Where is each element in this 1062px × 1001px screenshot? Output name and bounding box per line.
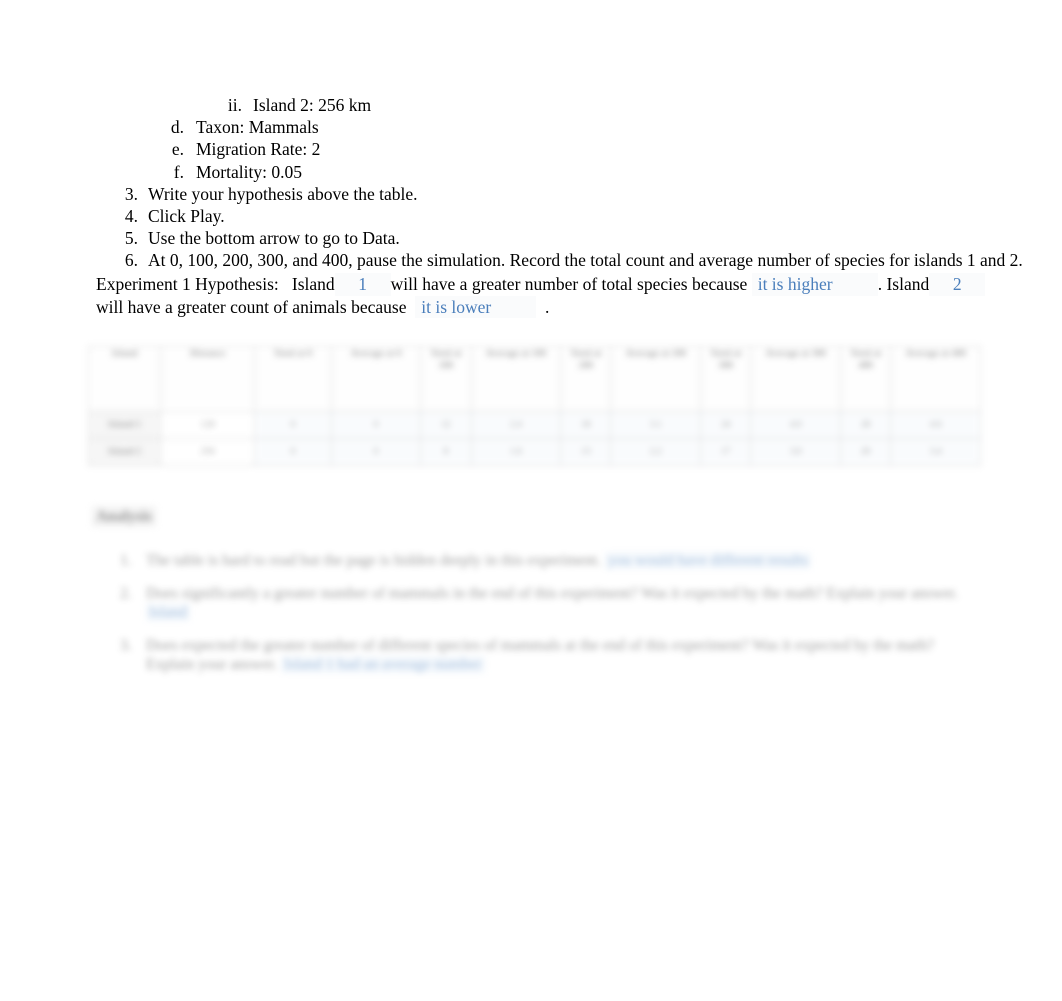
table-row: Island 1 128 0 0 12 2.4 18 3.1 24 4.0 28… (87, 411, 981, 439)
table-cell-answer[interactable]: 0 (254, 438, 332, 466)
table-cell-answer[interactable]: 13 (560, 438, 612, 466)
hypothesis-island-1-field[interactable]: 1 (334, 273, 391, 296)
table-cell-answer[interactable]: 18 (560, 411, 612, 439)
list-marker: e. (171, 139, 184, 160)
question-body: Does significantly a greater number of m… (146, 584, 982, 622)
list-item-text: At 0, 100, 200, 300, and 400, pause the … (148, 250, 1023, 271)
question-item: 2. Does significantly a greater number o… (92, 584, 982, 622)
table-cell-answer[interactable]: 2.4 (470, 411, 562, 439)
hypothesis-reason-1-field[interactable]: it is higher (751, 273, 878, 296)
table-header-cell: Distance (160, 346, 256, 412)
table-cell-answer[interactable]: 17 (700, 438, 752, 466)
table-cell-answer[interactable]: 3.0 (750, 438, 841, 466)
table-cell-answer[interactable]: 0 (330, 438, 422, 466)
list-marker: 6. (124, 250, 138, 271)
instruction-list: ii. Island 2: 256 km d. Taxon: Mammals e. M… (96, 94, 1023, 272)
table-cell-answer[interactable]: 4.0 (750, 411, 841, 439)
table-cell-answer[interactable]: 3.1 (610, 411, 702, 439)
question-body: Does expected the greater number of diff… (146, 636, 982, 674)
table-cell-answer[interactable]: 20 (839, 438, 892, 466)
table-header-cell: Average at 300 (750, 346, 841, 412)
table-cell-answer[interactable]: 2.2 (610, 438, 702, 466)
list-item-text: Island 2: 256 km (253, 95, 372, 115)
table-cell-answer[interactable]: 12 (420, 411, 472, 439)
question-answer-field[interactable]: you would have different results (604, 552, 812, 569)
list-item-text: Use the bottom arrow to go to Data. (148, 228, 400, 249)
table-header-cell: Total at 100 (420, 346, 472, 412)
list-item-text: Taxon: Mammals (196, 117, 319, 138)
list-item: f. Mortality: 0.05 (96, 161, 976, 183)
table-cell-answer[interactable]: 28 (839, 411, 892, 439)
list-marker: d. (170, 117, 184, 138)
question-text: Does expected the greater number of diff… (146, 637, 934, 673)
question-number: 2. (120, 585, 132, 602)
hypothesis-block: Experiment 1 Hypothesis: Island 1 will hav… (96, 273, 986, 318)
table-cell-answer[interactable]: 8 (420, 438, 472, 466)
table-row: Island 2 256 0 0 8 1.6 13 2.2 17 3.0 20 … (87, 438, 981, 466)
hypothesis-period-1: . Island (877, 274, 930, 294)
list-item-text: Mortality: 0.05 (196, 161, 302, 182)
hypothesis-text-1: will have a greater number of total spec… (390, 274, 748, 294)
question-number: 3. (120, 637, 132, 654)
list-marker: 5. (124, 228, 138, 249)
data-table-container: Island Distance Total at 0 Average at 0 … (87, 346, 981, 482)
list-marker: 4. (124, 206, 138, 227)
table-header-cell: Total at 300 (700, 346, 752, 412)
question-item: 1. The table is hard to read but the pag… (92, 551, 982, 570)
table-cell-answer[interactable]: 1.6 (470, 438, 562, 466)
list-item: d. Taxon: Mammals (96, 116, 976, 138)
question-number: 1. (120, 552, 132, 569)
list-item: ii. Island 2: 256 km (96, 94, 976, 116)
table-cell-answer[interactable]: 24 (700, 411, 752, 439)
questions-section: Analysis 1. The table is hard to read bu… (92, 506, 982, 674)
list-item-text: Write your hypothesis above the table. (148, 183, 418, 204)
list-item: 5. Use the bottom arrow to go to Data. (96, 227, 976, 249)
question-answer-field[interactable]: Island (146, 604, 190, 621)
question-text: Does significantly a greater number of m… (146, 585, 958, 602)
list-marker: f. (173, 161, 184, 182)
question-item: 3. Does expected the greater number of d… (92, 636, 982, 674)
hypothesis-label: Experiment 1 Hypothesis: (96, 274, 279, 294)
question-answer-field[interactable]: Island 1 had an average number (281, 656, 485, 673)
table-header-cell: Average at 100 (470, 346, 562, 412)
list-marker: 3. (124, 183, 138, 204)
question-text: The table is hard to read but the page i… (146, 552, 601, 569)
list-item: 3. Write your hypothesis above the table. (96, 183, 976, 205)
hypothesis-line-2: will have a greater count of animals bec… (96, 295, 986, 318)
list-marker: ii. (227, 95, 242, 115)
table-header-cell: Island (87, 346, 162, 412)
hypothesis-island-word-1: Island (291, 274, 335, 294)
table-cell-answer[interactable]: 3.4 (890, 438, 981, 466)
table-header-cell: Average at 0 (330, 346, 422, 412)
hypothesis-reason-2-field[interactable]: it is lower (415, 295, 537, 318)
list-item-text: Click Play. (148, 206, 225, 227)
table-cell-answer[interactable]: 4.6 (890, 411, 981, 439)
list-item: 4. Click Play. (96, 205, 976, 227)
table-header-cell: Total at 0 (254, 346, 332, 412)
table-header-cell: Average at 200 (610, 346, 702, 412)
hypothesis-period-2: . (545, 296, 550, 317)
table-cell-answer[interactable]: 0 (254, 411, 332, 439)
document-page: ii. Island 2: 256 km d. Taxon: Mammals e. M… (0, 0, 1062, 1001)
table-cell: 128 (160, 411, 256, 439)
table-header-cell: Total at 200 (560, 346, 612, 412)
questions-heading: Analysis (92, 506, 156, 527)
table-header-cell: Total at 400 (839, 346, 892, 412)
list-item-text: Migration Rate: 2 (196, 139, 321, 160)
table-cell: 256 (160, 438, 256, 466)
list-item: e. Migration Rate: 2 (96, 138, 976, 160)
question-body: The table is hard to read but the page i… (146, 551, 982, 570)
table-row-label: Island 1 (87, 411, 162, 439)
data-table: Island Distance Total at 0 Average at 0 … (87, 346, 981, 466)
table-row-label: Island 2 (87, 438, 162, 466)
table-header-row: Island Distance Total at 0 Average at 0 … (87, 346, 981, 412)
hypothesis-island-2-field[interactable]: 2 (929, 273, 986, 296)
table-header-cell: Average at 400 (890, 346, 981, 412)
hypothesis-text-2: will have a greater count of animals bec… (96, 296, 407, 317)
table-cell-answer[interactable]: 0 (330, 411, 422, 439)
hypothesis-line-1: Experiment 1 Hypothesis: Island 1 will hav… (96, 273, 986, 296)
list-item: 6. At 0, 100, 200, 300, and 400, pause th… (96, 249, 1023, 271)
